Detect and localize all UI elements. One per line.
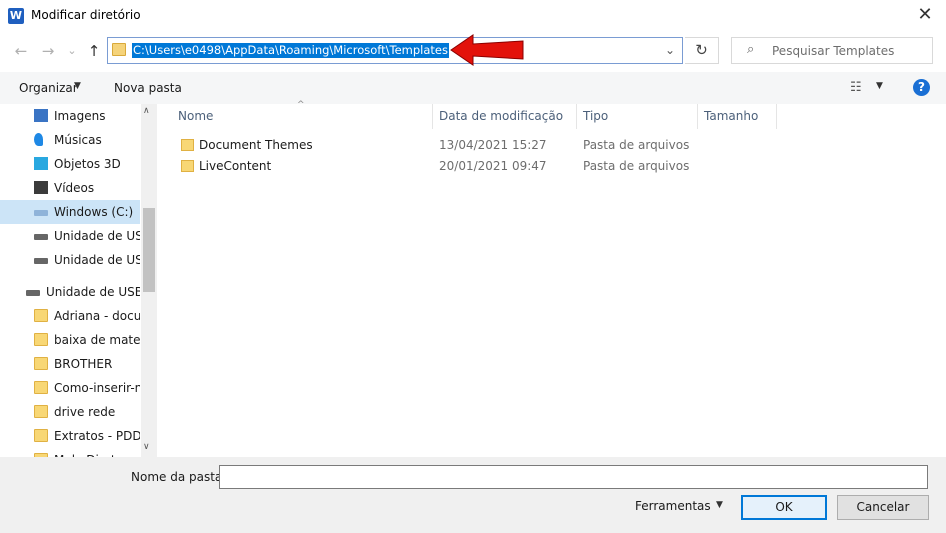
file-type: Pasta de arquivos <box>583 159 690 173</box>
word-app-icon: W <box>8 8 24 24</box>
sidebar-item-label: Como-inserir-nc <box>54 381 140 395</box>
video-icon <box>34 181 48 194</box>
chevron-down-icon[interactable]: ▼ <box>74 81 81 91</box>
sidebar-item[interactable]: BROTHER <box>0 352 140 376</box>
chevron-down-icon[interactable]: ▼ <box>876 81 883 91</box>
forward-button[interactable]: → <box>37 40 59 62</box>
sidebar-item-label: Músicas <box>54 133 102 147</box>
file-date: 20/01/2021 09:47 <box>439 159 547 173</box>
folder-icon <box>34 405 48 418</box>
search-icon: ⌕ <box>747 42 755 57</box>
folder-icon <box>181 160 194 172</box>
sidebar-item-label: Objetos 3D <box>54 157 121 171</box>
navigation-pane: Imagens Músicas Objetos 3D Vídeos Windows (C… <box>0 104 157 457</box>
sidebar-item[interactable]: Adriana - docun <box>0 304 140 328</box>
recent-locations-button[interactable]: ⌄ <box>61 40 83 62</box>
cube-3d-icon <box>34 157 48 170</box>
scroll-up-icon[interactable]: ∧ <box>143 106 150 116</box>
file-row[interactable]: Document Themes 13/04/2021 15:27 Pasta de … <box>174 135 774 156</box>
folder-icon <box>34 309 48 322</box>
ok-button[interactable]: OK <box>741 495 827 520</box>
sidebar-item[interactable]: Unidade de USB <box>0 224 140 248</box>
sidebar-item-label: Adriana - docun <box>54 309 140 323</box>
title-bar <box>0 0 946 32</box>
chevron-down-icon[interactable]: ▼ <box>716 500 723 510</box>
help-icon[interactable]: ? <box>913 79 930 96</box>
up-folder-button[interactable]: ↑ <box>83 40 105 62</box>
column-divider[interactable] <box>776 104 777 129</box>
address-dropdown-icon[interactable]: ⌄ <box>660 40 680 60</box>
sidebar-item[interactable]: Como-inserir-nc <box>0 376 140 400</box>
column-divider[interactable] <box>697 104 698 129</box>
sidebar-item[interactable]: Objetos 3D <box>0 152 140 176</box>
sidebar-item-label: Windows (C:) <box>54 205 134 219</box>
sidebar-item[interactable]: Windows (C:) <box>0 200 140 224</box>
column-divider[interactable] <box>576 104 577 129</box>
folder-name-input[interactable] <box>219 465 928 489</box>
refresh-button[interactable]: ↻ <box>685 37 719 64</box>
folder-icon <box>112 43 126 56</box>
folder-name-label: Nome da pasta: <box>131 470 227 484</box>
sidebar-item[interactable]: Extratos - PDDE <box>0 424 140 448</box>
sidebar-item-label: Imagens <box>54 109 106 123</box>
column-divider[interactable] <box>432 104 433 129</box>
file-name: LiveContent <box>199 159 272 173</box>
red-arrow-annotation <box>450 34 524 66</box>
scroll-down-icon[interactable]: ∨ <box>143 442 150 452</box>
sidebar-item-label: Unidade de USB <box>54 253 140 267</box>
sidebar-item-label: Vídeos <box>54 181 95 195</box>
column-header-name[interactable]: Nome <box>178 104 213 129</box>
file-type: Pasta de arquivos <box>583 138 690 152</box>
cancel-button[interactable]: Cancelar <box>837 495 929 520</box>
folder-icon <box>34 357 48 370</box>
file-row[interactable]: LiveContent 20/01/2021 09:47 Pasta de arqu… <box>174 156 774 177</box>
sidebar-item[interactable]: drive rede <box>0 400 140 424</box>
folder-icon <box>34 333 48 346</box>
view-options-icon[interactable]: ☷ <box>850 80 862 95</box>
sidebar-item-label: BROTHER <box>54 357 113 371</box>
tools-menu-button[interactable]: Ferramentas <box>635 499 711 513</box>
file-name: Document Themes <box>199 138 313 152</box>
sidebar-item-label: drive rede <box>54 405 116 419</box>
sidebar-item-label: Unidade de USB (I <box>46 285 140 299</box>
folder-icon <box>34 381 48 394</box>
sidebar-item[interactable]: Imagens <box>0 104 140 128</box>
close-button[interactable]: ✕ <box>904 0 946 32</box>
sidebar-item[interactable]: Unidade de USB (I <box>0 280 140 304</box>
windows-drive-icon <box>34 210 48 216</box>
sidebar-item[interactable]: Unidade de USB <box>0 248 140 272</box>
column-header-size[interactable]: Tamanho <box>704 104 758 129</box>
images-icon <box>34 109 48 122</box>
sort-ascending-icon: ^ <box>297 100 305 110</box>
column-header-date[interactable]: Data de modificação <box>439 104 563 129</box>
new-folder-button[interactable]: Nova pasta <box>114 81 182 95</box>
folder-icon <box>34 429 48 442</box>
address-path[interactable]: C:\Users\e0498\AppData\Roaming\Microsoft… <box>132 43 449 58</box>
back-button[interactable]: ← <box>10 40 32 62</box>
sidebar-item-label: Mala Direta <box>54 448 123 457</box>
search-placeholder[interactable]: Pesquisar Templates <box>772 44 894 58</box>
sidebar-item[interactable]: Músicas <box>0 128 140 152</box>
organize-button[interactable]: Organizar <box>19 81 78 95</box>
file-date: 13/04/2021 15:27 <box>439 138 547 152</box>
music-icon <box>34 133 43 146</box>
folder-icon <box>181 139 194 151</box>
sidebar-item-label: Unidade de USB <box>54 229 140 243</box>
sidebar-item-label: baixa de materia <box>54 333 140 347</box>
usb-drive-icon <box>34 258 48 264</box>
usb-drive-icon <box>34 234 48 240</box>
sidebar-item-label: Extratos - PDDE <box>54 429 140 443</box>
sidebar-item[interactable]: baixa de materia <box>0 328 140 352</box>
sidebar-item[interactable]: Mala Direta <box>0 448 140 457</box>
usb-drive-icon <box>26 290 40 296</box>
column-header-type[interactable]: Tipo <box>583 104 608 129</box>
sidebar-scroll-thumb[interactable] <box>143 208 155 292</box>
sidebar-item[interactable]: Vídeos <box>0 176 140 200</box>
window-title: Modificar diretório <box>31 8 141 22</box>
